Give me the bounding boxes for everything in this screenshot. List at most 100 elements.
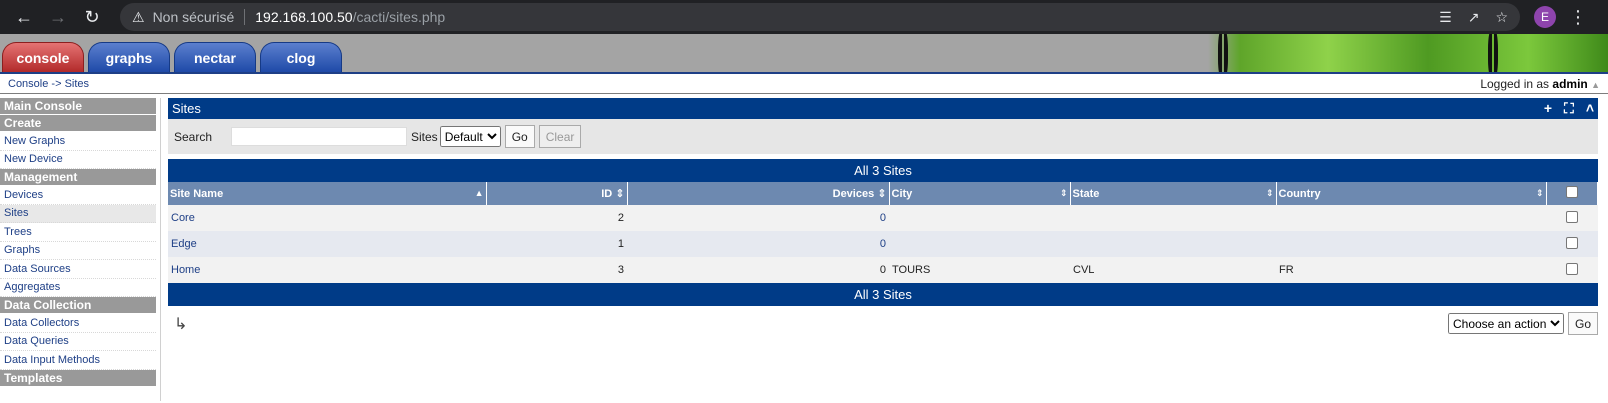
- share-icon[interactable]: ↗: [1468, 9, 1480, 26]
- sidebar-head-main-console[interactable]: Main Console: [0, 98, 156, 115]
- sidebar-item-trees[interactable]: Trees: [0, 223, 156, 242]
- cell-site-name[interactable]: Home: [168, 257, 486, 283]
- sidebar-item-aggregates[interactable]: Aggregates: [0, 279, 156, 297]
- table-row[interactable]: Home 3 0 TOURS CVL FR: [168, 257, 1598, 283]
- row-checkbox[interactable]: [1565, 210, 1578, 223]
- collapse-icon[interactable]: ˄: [1586, 100, 1594, 117]
- col-country-label: Country: [1278, 187, 1321, 200]
- cell-state: [1070, 205, 1276, 231]
- cell-select: [1546, 257, 1598, 283]
- breadcrumb-separator: ->: [51, 77, 62, 90]
- col-city-label: City: [891, 187, 913, 200]
- sidebar-item-data-collectors[interactable]: Data Collectors: [0, 314, 156, 333]
- sidebar-head-templates[interactable]: Templates: [0, 369, 156, 387]
- cell-devices[interactable]: 0: [627, 231, 889, 257]
- sidebar-head-management[interactable]: Management: [0, 169, 156, 186]
- sidebar-item-graphs[interactable]: Graphs: [0, 242, 156, 260]
- menu-icon[interactable]: ⋮: [1564, 3, 1592, 31]
- cell-country: [1276, 205, 1546, 231]
- table-row[interactable]: Edge 1 0: [168, 231, 1598, 257]
- cell-city: [889, 231, 1070, 257]
- cell-country: [1276, 231, 1546, 257]
- row-checkbox[interactable]: [1565, 262, 1578, 275]
- reload-icon[interactable]: ↻: [78, 3, 106, 31]
- sort-icon: ⇕: [1265, 187, 1274, 198]
- cell-site-name[interactable]: Core: [168, 205, 486, 231]
- url-path: /cacti/sites.php: [352, 9, 446, 25]
- bookmark-star-icon[interactable]: ☆: [1495, 9, 1508, 26]
- sort-icon: ⇕: [1059, 187, 1068, 198]
- sidebar-item-new-graphs[interactable]: New Graphs: [0, 132, 156, 151]
- cacti-header: console graphs nectar clog: [0, 34, 1608, 72]
- sidebar-item-data-input-methods[interactable]: Data Input Methods: [0, 351, 156, 370]
- cactus-logo: [1208, 34, 1608, 72]
- col-id-label: ID: [601, 188, 613, 200]
- add-icon[interactable]: +: [1544, 100, 1552, 117]
- col-site-name[interactable]: Site Name ▲: [168, 182, 487, 205]
- cell-select: [1546, 205, 1598, 231]
- sort-icon: ⇕: [615, 188, 625, 200]
- sidebar-item-data-queries[interactable]: Data Queries: [0, 333, 156, 351]
- clear-button[interactable]: Clear: [538, 125, 582, 148]
- col-city[interactable]: City ⇕: [889, 182, 1071, 205]
- translate-icon[interactable]: ☰: [1439, 9, 1452, 26]
- breadcrumb-console[interactable]: Console: [8, 78, 48, 90]
- cell-id: 2: [486, 205, 627, 231]
- security-label: Non sécurisé: [152, 9, 235, 25]
- fullscreen-icon[interactable]: ⛶: [1564, 100, 1574, 117]
- cell-state: [1070, 231, 1276, 257]
- forward-icon[interactable]: →: [44, 3, 72, 31]
- sidebar-item-devices[interactable]: Devices: [0, 186, 156, 205]
- cell-devices: 0: [627, 257, 889, 283]
- action-go-button[interactable]: Go: [1567, 312, 1598, 335]
- search-input[interactable]: [231, 127, 407, 146]
- sort-icon: ⇕: [1535, 187, 1544, 198]
- sidebar-head-data-collection[interactable]: Data Collection: [0, 297, 156, 314]
- cell-city: TOURS: [889, 257, 1070, 283]
- tab-console[interactable]: console: [2, 42, 84, 72]
- login-user[interactable]: admin: [1552, 77, 1587, 91]
- go-button[interactable]: Go: [504, 125, 535, 148]
- cell-select: [1546, 231, 1598, 257]
- login-prefix: Logged in as: [1480, 76, 1550, 91]
- divider: [244, 9, 246, 25]
- sort-asc-icon: ▲: [474, 187, 484, 198]
- action-select[interactable]: Choose an action: [1447, 313, 1564, 334]
- col-country[interactable]: Country ⇕: [1276, 182, 1547, 205]
- tab-clog[interactable]: clog: [260, 42, 342, 72]
- browser-toolbar: ← → ↻ ⚠ Non sécurisé 192.168.100.50/cact…: [0, 0, 1608, 34]
- sites-table: Site Name ▲ ID ⇕ Devices ⇕ City ⇕ State ⇕ C…: [168, 182, 1598, 283]
- col-id[interactable]: ID ⇕: [486, 182, 628, 205]
- caret-up-icon[interactable]: ▲: [1591, 80, 1600, 90]
- sites-select[interactable]: Default: [439, 126, 501, 147]
- sites-label: Sites: [411, 129, 438, 144]
- back-icon[interactable]: ←: [10, 3, 38, 31]
- col-devices-label: Devices: [832, 188, 875, 200]
- breadcrumb: Console -> Sites Logged in as admin ▲: [0, 72, 1608, 94]
- select-all-checkbox[interactable]: [1565, 186, 1578, 198]
- panel-title: Sites: [172, 101, 201, 116]
- col-state[interactable]: State ⇕: [1070, 182, 1277, 205]
- col-select-all[interactable]: [1546, 182, 1598, 205]
- cell-devices[interactable]: 0: [627, 205, 889, 231]
- cell-id: 1: [486, 231, 627, 257]
- tab-nectar[interactable]: nectar: [174, 42, 256, 72]
- sidebar-item-data-sources[interactable]: Data Sources: [0, 260, 156, 279]
- row-checkbox[interactable]: [1565, 236, 1578, 249]
- table-row[interactable]: Core 2 0: [168, 205, 1598, 231]
- profile-avatar[interactable]: E: [1534, 6, 1556, 28]
- sidebar-item-new-device[interactable]: New Device: [0, 151, 156, 169]
- tab-graphs[interactable]: graphs: [88, 42, 170, 72]
- col-devices[interactable]: Devices ⇕: [627, 182, 890, 205]
- table-footer: All 3 Sites: [168, 283, 1598, 306]
- search-label: Search: [174, 129, 213, 144]
- col-site-name-label: Site Name: [170, 187, 224, 200]
- sidebar-head-create[interactable]: Create: [0, 115, 156, 132]
- cell-id: 3: [486, 257, 627, 283]
- main-content: Sites + ⛶ ˄ Search Sites Default Go Clea…: [161, 98, 1608, 401]
- login-status: Logged in as admin ▲: [1480, 77, 1600, 91]
- sidebar-item-sites[interactable]: Sites: [0, 204, 156, 223]
- breadcrumb-current[interactable]: Sites: [65, 78, 89, 90]
- address-bar[interactable]: ⚠ Non sécurisé 192.168.100.50/cacti/site…: [120, 3, 1520, 31]
- cell-site-name[interactable]: Edge: [168, 231, 486, 257]
